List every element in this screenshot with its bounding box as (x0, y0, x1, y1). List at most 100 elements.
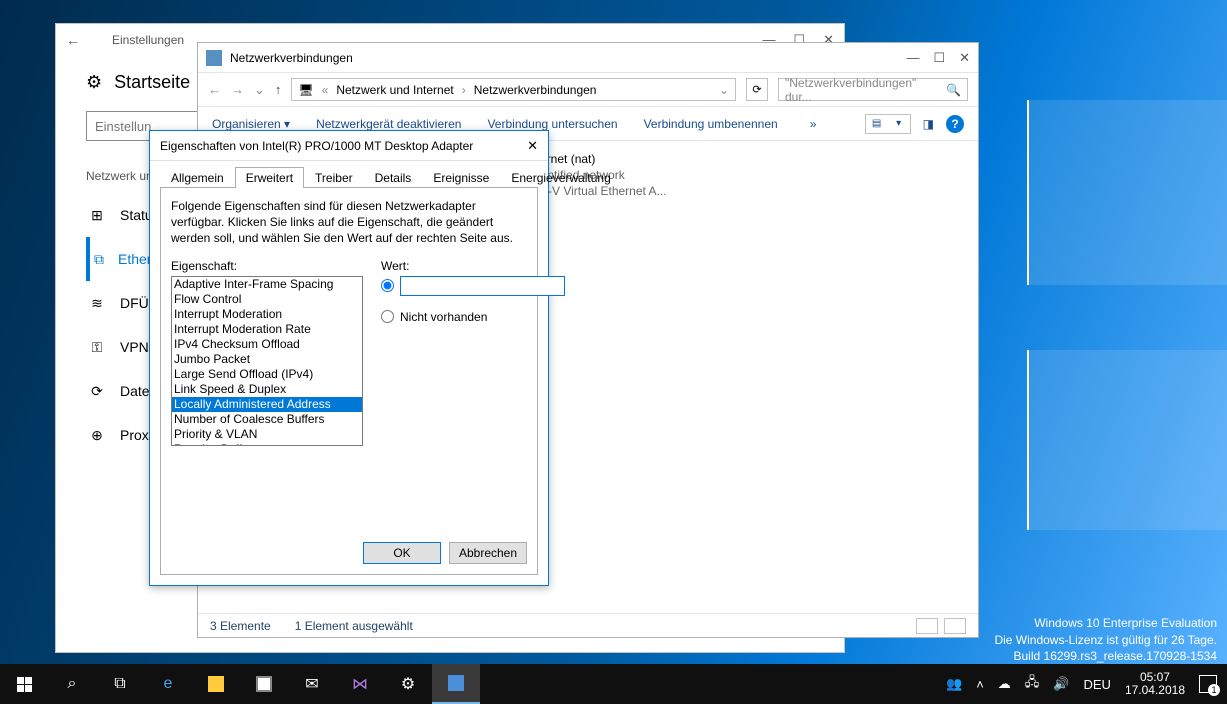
nav-icon: ⟳ (88, 383, 106, 400)
view-mode-button[interactable]: ▤▾ (865, 114, 911, 134)
advanced-description: Folgende Eigenschaften sind für diesen N… (171, 198, 527, 247)
nav-icon: ⊕ (88, 427, 106, 444)
tab-ereignisse[interactable]: Ereignisse (422, 167, 500, 188)
search-icon: 🔍 (946, 83, 961, 97)
minimize-icon[interactable]: — (906, 50, 919, 66)
people-icon[interactable]: 👥 (946, 676, 962, 692)
property-item[interactable]: Number of Coalesce Buffers (172, 412, 362, 427)
property-item[interactable]: IPv4 Checksum Offload (172, 337, 362, 352)
status-selected: 1 Element ausgewählt (295, 619, 413, 633)
property-item[interactable]: Flow Control (172, 292, 362, 307)
help-icon[interactable]: ? (946, 115, 964, 133)
property-item[interactable]: Adaptive Inter-Frame Spacing (172, 277, 362, 292)
tab-erweitert[interactable]: Erweitert (235, 167, 304, 188)
system-tray: 👥 ˄ ☁ 🖧 🔊 DEU 05:07 17.04.2018 (946, 671, 1227, 697)
cmd-rename[interactable]: Verbindung umbenennen (644, 117, 778, 131)
explorer-titlebar[interactable]: Netzwerkverbindungen — ☐ ✕ (198, 43, 978, 73)
cmd-disable[interactable]: Netzwerkgerät deaktivieren (316, 117, 461, 131)
value-none-label: Nicht vorhanden (400, 310, 487, 324)
gear-icon: ⚙ (86, 72, 102, 93)
nav-forward-icon[interactable]: → (231, 82, 244, 97)
explorer-status-bar: 3 Elemente 1 Element ausgewählt (198, 613, 978, 637)
volume-icon[interactable]: 🔊 (1053, 676, 1069, 692)
cmd-diagnose[interactable]: Verbindung untersuchen (487, 117, 617, 131)
value-radio-custom[interactable] (381, 279, 394, 292)
addr-dropdown-icon[interactable]: ⌄ (719, 83, 729, 97)
property-item[interactable]: Priority & VLAN (172, 427, 362, 442)
ok-button[interactable]: OK (363, 542, 441, 564)
property-item[interactable]: Large Send Offload (IPv4) (172, 367, 362, 382)
value-label: Wert: (381, 259, 565, 273)
file-explorer-app[interactable] (192, 664, 240, 704)
maximize-icon[interactable]: ☐ (933, 50, 945, 66)
windows-logo-beams (967, 100, 1227, 530)
property-item[interactable]: Receive Buffers (172, 442, 362, 446)
search-button[interactable]: ⌕ (48, 664, 96, 704)
settings-search-placeholder: Einstellun (95, 119, 151, 134)
nav-recent-icon[interactable]: ⌄ (254, 82, 265, 98)
view-large-icon[interactable] (944, 618, 966, 634)
address-bar[interactable]: 🖥 « Netzwerk und Internet › Netzwerkverb… (291, 78, 736, 101)
cancel-button[interactable]: Abbrechen (449, 542, 527, 564)
tab-treiber[interactable]: Treiber (304, 167, 364, 188)
nav-up-icon[interactable]: ↑ (275, 82, 282, 97)
visual-studio-app[interactable]: ⋈ (336, 664, 384, 704)
cmd-overflow-icon[interactable]: » (810, 117, 817, 131)
property-label: Eigenschaft: (171, 259, 363, 273)
property-item[interactable]: Locally Administered Address (172, 397, 362, 412)
adapter-properties-dialog: Eigenschaften von Intel(R) PRO/1000 MT D… (149, 130, 549, 586)
close-icon[interactable]: ✕ (527, 138, 538, 154)
breadcrumb-leaf[interactable]: Netzwerkverbindungen (474, 83, 597, 97)
property-item[interactable]: Link Speed & Duplex (172, 382, 362, 397)
refresh-icon[interactable]: ⟳ (746, 78, 768, 101)
nav-icon: ≋ (88, 295, 106, 312)
control-panel-mini-icon: 🖥 (298, 83, 313, 97)
property-item[interactable]: Interrupt Moderation (172, 307, 362, 322)
explorer-nav-toolbar: ← → ⌄ ↑ 🖥 « Netzwerk und Internet › Netz… (198, 73, 978, 107)
property-item[interactable]: Interrupt Moderation Rate (172, 322, 362, 337)
store-app[interactable] (240, 664, 288, 704)
tab-allgemein[interactable]: Allgemein (160, 167, 235, 188)
tab-details[interactable]: Details (364, 167, 423, 188)
settings-app[interactable]: ⚙ (384, 664, 432, 704)
breadcrumb-root[interactable]: Netzwerk und Internet (336, 83, 453, 97)
cmd-organise[interactable]: Organisieren ▾ (212, 117, 290, 131)
dialog-titlebar[interactable]: Eigenschaften von Intel(R) PRO/1000 MT D… (150, 131, 548, 161)
property-item[interactable]: Jumbo Packet (172, 352, 362, 367)
language-indicator[interactable]: DEU (1083, 677, 1110, 692)
taskbar: ⌕ ⧉ e ✉ ⋈ ⚙ 👥 ˄ ☁ 🖧 🔊 DEU 05:07 17.04.20… (0, 664, 1227, 704)
desktop-watermark: Windows 10 Enterprise Evaluation Die Win… (994, 615, 1217, 664)
status-count: 3 Elemente (210, 619, 271, 633)
nav-label: VPN (120, 339, 149, 355)
nav-label: DFÜ (120, 295, 149, 311)
edge-app[interactable]: e (144, 664, 192, 704)
property-listbox[interactable]: Adaptive Inter-Frame SpacingFlow Control… (171, 276, 363, 446)
explorer-search-input[interactable]: "Netzwerkverbindungen" dur... 🔍 (778, 78, 968, 101)
view-details-icon[interactable] (916, 618, 938, 634)
nav-back-icon[interactable]: ← (208, 82, 221, 97)
value-input[interactable] (400, 276, 565, 296)
network-tray-icon[interactable]: 🖧 (1025, 673, 1040, 695)
nav-icon: ⚿ (88, 339, 106, 356)
tray-chevron-icon[interactable]: ˄ (976, 677, 984, 692)
task-view-button[interactable]: ⧉ (96, 664, 144, 704)
control-panel-app[interactable] (432, 664, 480, 704)
close-icon[interactable]: ✕ (959, 50, 970, 66)
value-radio-none[interactable] (381, 310, 394, 323)
tab-advanced-body: Folgende Eigenschaften sind für diesen N… (160, 187, 538, 575)
tab-energieverwaltung[interactable]: Energieverwaltung (500, 167, 621, 188)
back-icon[interactable]: ← (66, 32, 80, 48)
settings-header: Startseite (114, 72, 190, 93)
control-panel-icon (206, 50, 222, 66)
start-button[interactable] (0, 664, 48, 704)
explorer-window-title: Netzwerkverbindungen (230, 51, 353, 65)
settings-window-title: Einstellungen (112, 33, 184, 47)
action-center-icon[interactable] (1199, 675, 1217, 693)
nav-icon: ⊞ (88, 207, 106, 224)
mail-app[interactable]: ✉ (288, 664, 336, 704)
clock[interactable]: 05:07 17.04.2018 (1125, 671, 1185, 697)
preview-pane-icon[interactable]: ◨ (923, 117, 934, 131)
tab-strip: AllgemeinErweitertTreiberDetailsEreignis… (150, 161, 548, 188)
nav-icon: ⧉ (90, 251, 108, 268)
onedrive-icon[interactable]: ☁ (998, 676, 1011, 692)
